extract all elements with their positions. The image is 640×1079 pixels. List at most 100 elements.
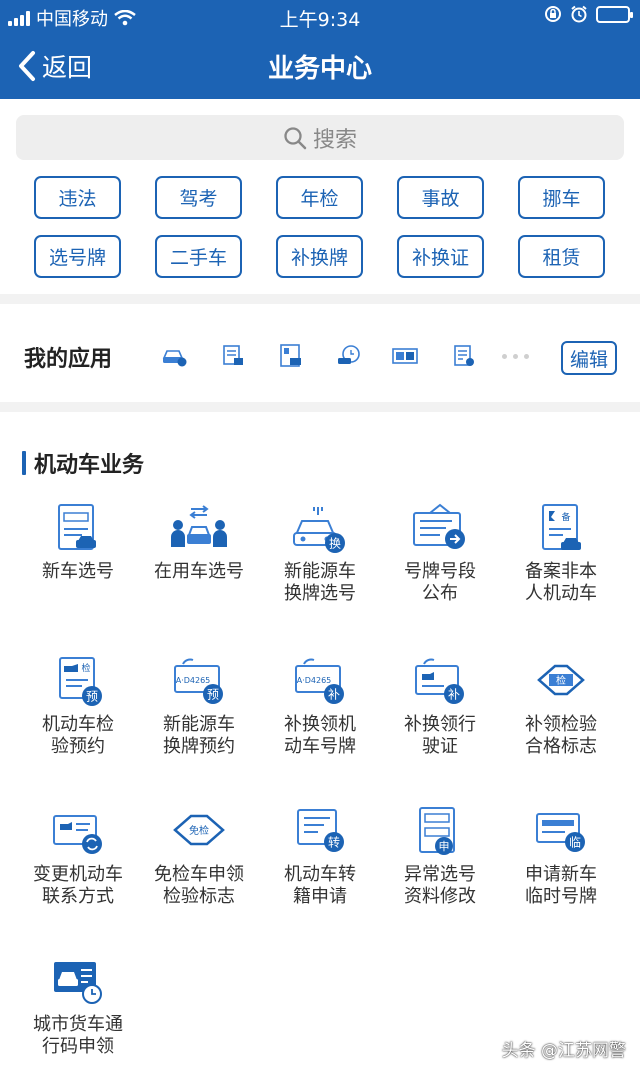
section-accent-bar — [22, 451, 26, 475]
search-placeholder: 搜索 — [312, 127, 357, 153]
service-temp-plate[interactable]: 临 申请新车 临时号牌 — [497, 806, 625, 908]
service-label: 新能源车 换牌预约 — [163, 714, 235, 757]
service-label: 异常选号 资料修改 — [404, 864, 476, 907]
plate-replace-icon: A·D4265 补 — [295, 658, 344, 704]
document-icon[interactable] — [219, 344, 247, 368]
chevron-left-icon — [19, 51, 35, 81]
tag-replace-plate[interactable]: 补换牌 — [276, 235, 363, 278]
service-inspection-booking[interactable]: 检预 机动车检 验预约 — [14, 656, 142, 758]
temp-plate-icon: 临 — [536, 813, 585, 852]
badge-text: 换 — [329, 537, 341, 551]
truck-pass-icon — [54, 962, 102, 1004]
badge-text: 临 — [569, 836, 581, 850]
section-title-label: 机动车业务 — [34, 453, 145, 478]
service-label: 机动车转 籍申请 — [284, 864, 356, 907]
service-label: 补换领机 动车号牌 — [284, 714, 356, 757]
service-label: 补换领行 驶证 — [404, 714, 476, 757]
page-title: 业务中心 — [267, 54, 372, 84]
badge-text: 补 — [448, 688, 460, 702]
service-label: 在用车选号 — [154, 561, 244, 582]
tag-driving-test[interactable]: 驾考 — [155, 176, 242, 219]
contact-card-icon — [53, 815, 102, 854]
back-button[interactable]: 返回 — [18, 48, 92, 84]
service-label: 变更机动车 联系方式 — [33, 864, 123, 907]
service-register-others-car[interactable]: 备 备案非本 人机动车 — [497, 503, 625, 605]
plate-text: A·D4265 — [297, 676, 332, 685]
service-label: 机动车检 验预约 — [42, 714, 114, 757]
plate-text: A·D4265 — [176, 676, 211, 685]
more-apps-dots — [502, 354, 529, 359]
plate-document-icon — [58, 504, 96, 550]
badge-text: 备 — [561, 511, 570, 523]
tag-move-car[interactable]: 挪车 — [518, 176, 605, 219]
license-plate-icon[interactable] — [391, 344, 419, 368]
search-icon — [284, 126, 307, 149]
car-icon[interactable] — [160, 344, 188, 368]
car-clock-icon[interactable] — [335, 344, 363, 368]
alarm-icon — [571, 5, 587, 23]
status-bar: 中国移动 上午9:34 — [0, 0, 640, 32]
service-transfer-registration[interactable]: 转 机动车转 籍申请 — [256, 806, 384, 908]
back-label: 返回 — [42, 53, 93, 82]
badge-text: 预 — [86, 690, 98, 704]
badge-text: 申 — [439, 840, 450, 853]
service-ev-plate-select[interactable]: 换 新能源车 换牌选号 — [256, 503, 384, 605]
notice-board-icon — [413, 503, 465, 549]
tag-accident[interactable]: 事故 — [397, 176, 484, 219]
tag-replace-license[interactable]: 补换证 — [397, 235, 484, 278]
service-abnormal-plate-edit[interactable]: 申 异常选号 资料修改 — [376, 806, 504, 908]
tag-annual-inspection[interactable]: 年检 — [276, 176, 363, 219]
ev-charging-car-icon: 换 — [293, 507, 345, 553]
people-car-icon — [171, 505, 227, 547]
nav-bar: 返回 业务中心 — [0, 34, 640, 96]
my-apps-title: 我的应用 — [24, 347, 113, 372]
exempt-mark-icon: 免检 — [173, 814, 225, 846]
list-icon[interactable] — [450, 344, 478, 368]
service-replace-driving-license[interactable]: 补 补换领行 驶证 — [376, 656, 504, 758]
service-exempt-inspection-mark[interactable]: 免检 免检车申领 检验标志 — [135, 806, 263, 908]
service-label: 新能源车 换牌选号 — [284, 561, 356, 604]
service-label: 免检车申领 检验标志 — [154, 864, 244, 907]
license-replace-icon: 补 — [415, 658, 464, 704]
service-plate-segment[interactable]: 号牌号段 公布 — [376, 503, 504, 605]
my-apps: 我的应用 编辑 — [0, 304, 640, 400]
header: 中国移动 上午9:34 返回 业务中心 — [0, 0, 640, 99]
service-reissue-inspection-mark[interactable]: 检 补领检验 合格标志 — [497, 656, 625, 758]
service-label: 申请新车 临时号牌 — [525, 864, 597, 907]
watermark: 头条 @江苏网警 — [501, 1041, 626, 1061]
edit-button[interactable]: 编辑 — [561, 341, 617, 375]
badge-text: 预 — [207, 688, 219, 702]
section-title: 机动车业务 — [22, 447, 144, 479]
badge-text: 免检 — [189, 824, 209, 837]
inspection-document-icon: 检预 — [59, 657, 102, 706]
search-input[interactable]: 搜索 — [16, 115, 624, 160]
badge-text: 检 — [556, 674, 566, 687]
service-label: 新车选号 — [42, 561, 114, 582]
tag-used-car[interactable]: 二手车 — [155, 235, 242, 278]
tag-rental[interactable]: 租赁 — [518, 235, 605, 278]
service-label: 城市货车通 行码申领 — [33, 1014, 123, 1057]
tag-select-plate[interactable]: 选号牌 — [34, 235, 121, 278]
edit-document-icon: 申 — [419, 807, 455, 855]
service-label: 补领检验 合格标志 — [525, 714, 597, 757]
badge-text: 检 — [81, 662, 90, 674]
filing-document-icon: 备 — [542, 504, 581, 550]
rotation-lock-icon — [545, 6, 561, 22]
status-right — [544, 5, 633, 23]
service-label: 号牌号段 公布 — [404, 561, 476, 604]
divider — [0, 294, 640, 304]
battery-icon — [596, 5, 633, 23]
badge-text: 补 — [328, 688, 340, 702]
service-truck-pass[interactable]: 城市货车通 行码申领 — [14, 956, 142, 1058]
divider — [0, 402, 640, 412]
service-new-car-plate[interactable]: 新车选号 — [14, 503, 142, 583]
service-replace-plate[interactable]: A·D4265 补 补换领机 动车号牌 — [256, 656, 384, 758]
service-change-contact[interactable]: 变更机动车 联系方式 — [14, 806, 142, 908]
service-used-car-plate[interactable]: 在用车选号 — [135, 503, 263, 583]
certificate-icon[interactable] — [277, 344, 305, 368]
inspection-mark-icon: 检 — [537, 664, 585, 696]
transfer-document-icon: 转 — [297, 809, 344, 852]
service-ev-plate-booking[interactable]: A·D4265 预 新能源车 换牌预约 — [135, 656, 263, 758]
tag-violation[interactable]: 违法 — [34, 176, 121, 219]
plate-refresh-icon: A·D4265 预 — [174, 658, 223, 704]
